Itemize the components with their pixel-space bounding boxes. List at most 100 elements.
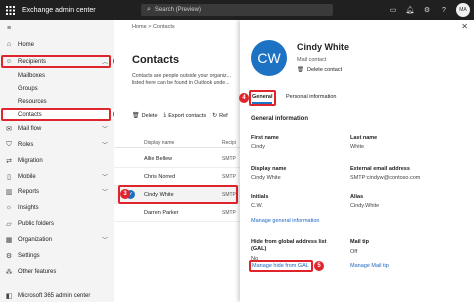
grid-icon: ⁂	[5, 268, 13, 276]
alias-value: Cindy.White	[350, 203, 380, 209]
nav-item-m365-admin[interactable]: ◧ Microsoft 365 admin center	[0, 290, 114, 301]
search-input[interactable]: ⌕ Search (Preview)	[141, 4, 333, 16]
nav-item-mobile[interactable]: ▯ Mobile ﹀	[0, 171, 114, 182]
hide-from-gal-label: Hide from global address list (GAL)	[251, 239, 327, 252]
mail-tip-value: Off	[350, 249, 358, 255]
nav-item-label: Mail flow	[18, 125, 42, 132]
trash-icon: 🗑︎	[297, 67, 304, 73]
table-row[interactable]: Darren Parker SMTP	[114, 204, 240, 222]
top-bar: Exchange admin center ⌕ Search (Preview)…	[0, 0, 474, 20]
manage-general-information-link[interactable]: Manage general information	[251, 218, 320, 224]
search-placeholder: Search (Preview)	[154, 7, 201, 13]
nav-item-label: Organization	[18, 236, 53, 243]
nav-item-label: Other features	[18, 268, 57, 275]
contacts-page: Home > Contacts Contacts Contacts are pe…	[114, 20, 240, 302]
external-email-value: SMTP:cindyw@contoso.com	[350, 175, 421, 181]
row-type: SMTP	[222, 156, 236, 162]
refresh-label: Ref	[219, 112, 228, 119]
office-icon: ◧	[5, 292, 13, 300]
contact-name: Cindy White	[297, 42, 349, 52]
tab-personal-information[interactable]: Personal information	[286, 94, 336, 100]
avatar[interactable]: MA	[456, 3, 470, 17]
refresh-button[interactable]: ↻ Ref	[212, 112, 228, 120]
row-type: SMTP	[222, 210, 236, 216]
building-icon: ▦	[5, 236, 13, 244]
initials-value: C.W.	[251, 203, 263, 209]
bell-icon[interactable]: 🔔︎	[405, 5, 415, 15]
migration-icon: ⇄	[6, 157, 12, 165]
nav-item-reports[interactable]: ▥ Reports ﹀	[0, 186, 114, 197]
nav-item-label: Migration	[18, 157, 43, 164]
app-title: Exchange admin center	[22, 6, 96, 14]
chevron-down-icon: ﹀	[101, 238, 108, 244]
nav-item-label: Reports	[18, 188, 40, 195]
first-name-label: First name	[251, 135, 279, 141]
nav-hamburger[interactable]: ≡	[0, 23, 114, 34]
waffle-icon[interactable]	[0, 0, 20, 20]
refresh-icon: ↻	[212, 113, 218, 119]
nav-item-mailboxes[interactable]: Mailboxes	[0, 70, 114, 81]
table-row[interactable]: Allie Bellew SMTP	[114, 150, 240, 168]
column-recipient-type[interactable]: Recipi	[222, 140, 236, 146]
manage-mail-tip-link[interactable]: Manage Mail tip	[350, 263, 389, 269]
nav-item-migration[interactable]: ⇄ Migration	[0, 155, 114, 166]
nav-item-mail-flow[interactable]: ✉ Mail flow ﹀	[0, 123, 114, 134]
page-description: Contacts are people outside your organiz…	[132, 73, 231, 86]
nav-item-label: Mailboxes	[18, 72, 46, 79]
first-name-value: Cindy	[251, 144, 266, 150]
nav-item-resources[interactable]: Resources	[0, 96, 114, 107]
toolbar: 🗑︎ Delete ⤓ Export contacts ↻ Ref	[132, 112, 228, 119]
nav-item-groups[interactable]: Groups	[0, 83, 114, 94]
nav-item-label: Microsoft 365 admin center	[18, 292, 91, 299]
table-header: Display name Recipi	[114, 138, 240, 148]
delete-button[interactable]: 🗑︎ Delete	[132, 112, 158, 120]
nav-item-label: Settings	[18, 252, 40, 259]
export-contacts-button[interactable]: ⤓ Export contacts	[164, 112, 207, 119]
nav-item-home[interactable]: ⌂ Home	[0, 39, 114, 50]
contact-type: Mail contact	[297, 57, 327, 63]
gear-icon[interactable]: ⚙	[422, 5, 432, 15]
external-email-label: External email address	[350, 166, 410, 172]
row-name: Darren Parker	[144, 210, 179, 216]
row-type: SMTP	[222, 174, 236, 180]
nav-item-other-features[interactable]: ⁂ Other features	[0, 266, 114, 277]
shield-icon: ⛉	[6, 140, 12, 148]
mobile-icon: ▯	[7, 173, 11, 181]
nav-item-organization[interactable]: ▦ Organization ﹀	[0, 234, 114, 245]
left-nav: ≡ ⌂ Home ☺ Recipients ︿ Mailboxes Groups Re…	[0, 20, 123, 302]
export-label: Export contacts	[168, 112, 207, 119]
trash-icon: 🗑︎	[132, 113, 140, 119]
contact-details-panel: ✕ CW Cindy White Mail contact 🗑︎ Delete c…	[239, 20, 474, 302]
row-name: Allie Bellew	[144, 156, 173, 162]
highlight-general-tab	[249, 90, 276, 106]
delete-label: Delete	[141, 112, 158, 119]
chevron-down-icon: ﹀	[101, 127, 108, 133]
step-badge: 5	[314, 261, 324, 271]
step-badge: 4	[239, 93, 249, 103]
table-row[interactable]: Chris Norred SMTP	[114, 168, 240, 186]
last-name-label: Last name	[350, 135, 378, 141]
mail-tip-label: Mail tip	[350, 239, 369, 245]
delete-contact-button[interactable]: 🗑︎ Delete contact	[297, 67, 342, 73]
download-icon: ⤓	[163, 112, 167, 118]
chevron-down-icon: ﹀	[101, 143, 108, 149]
chevron-down-icon: ﹀	[101, 175, 108, 181]
close-icon[interactable]: ✕	[461, 22, 468, 31]
display-name-value: Cindy White	[251, 175, 281, 181]
nav-item-roles[interactable]: ⛉ Roles ﹀	[0, 139, 114, 150]
column-display-name[interactable]: Display name	[144, 140, 174, 146]
help-icon[interactable]: ?	[439, 5, 449, 15]
nav-item-label: Public folders	[18, 220, 55, 227]
chevron-down-icon: ﹀	[101, 190, 108, 196]
monitor-icon[interactable]: ▭	[388, 5, 398, 15]
page-title: Contacts	[132, 54, 180, 66]
nav-item-insights[interactable]: ☼ Insights	[0, 202, 114, 213]
last-name-value: White	[350, 144, 365, 150]
nav-item-public-folders[interactable]: ▱ Public folders	[0, 218, 114, 229]
nav-item-label: Roles	[18, 141, 34, 148]
nav-item-label: Resources	[18, 98, 47, 105]
hamburger-icon: ≡	[6, 25, 12, 32]
nav-item-settings[interactable]: ⚙ Settings	[0, 250, 114, 261]
highlight-manage-hide-link	[249, 260, 313, 272]
nav-item-label: Mobile	[18, 173, 36, 180]
